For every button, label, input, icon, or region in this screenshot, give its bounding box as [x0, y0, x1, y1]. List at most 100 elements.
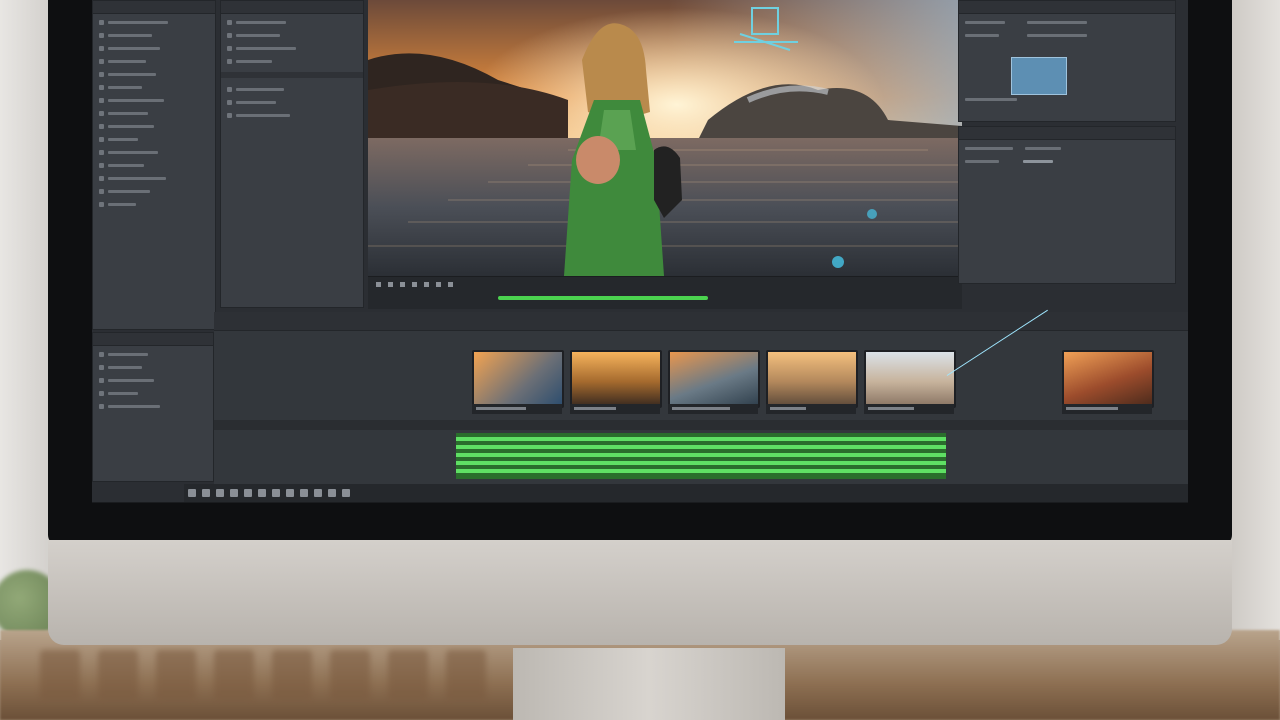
timeline-clip[interactable]	[570, 350, 662, 408]
tree-row[interactable]	[99, 56, 209, 66]
timeline-clip[interactable]	[864, 350, 956, 408]
film-icon	[99, 110, 104, 116]
mute-icon[interactable]	[99, 377, 104, 383]
tree-row[interactable]	[99, 82, 209, 92]
timeline-clip[interactable]	[668, 350, 760, 408]
panel-header	[93, 1, 215, 14]
tree-row[interactable]	[99, 173, 209, 183]
tool-icon[interactable]	[328, 489, 336, 497]
panel-header	[93, 333, 213, 346]
inspector-panel	[958, 0, 1176, 122]
effect-row[interactable]	[227, 56, 357, 66]
effect-icon	[227, 32, 232, 38]
color-swatch[interactable]	[1011, 57, 1067, 95]
tree-row[interactable]	[99, 121, 209, 131]
effect-row[interactable]	[227, 110, 357, 120]
monitor-stand	[513, 648, 785, 720]
loop-icon[interactable]	[412, 281, 417, 287]
scissors-icon[interactable]	[216, 489, 224, 497]
track-header[interactable]	[99, 349, 207, 359]
film-icon	[99, 71, 104, 77]
tool-icon[interactable]	[272, 489, 280, 497]
project-panel	[92, 0, 216, 330]
folder-icon	[99, 19, 104, 25]
effect-icon	[227, 86, 232, 92]
play-icon[interactable]	[188, 489, 196, 497]
viewer-scrubber[interactable]	[498, 296, 708, 300]
effects-panel	[220, 0, 364, 308]
tree-row[interactable]	[99, 17, 209, 27]
clip-label-strip	[766, 404, 856, 414]
timeline-clip[interactable]	[472, 350, 564, 408]
film-icon	[99, 84, 104, 90]
inspector-row[interactable]	[965, 17, 1169, 27]
tree-row[interactable]	[99, 108, 209, 118]
panel-header	[959, 1, 1175, 14]
timeline[interactable]	[214, 312, 1188, 484]
effect-icon	[227, 58, 232, 64]
timeline-clip[interactable]	[1062, 350, 1154, 408]
tree-row[interactable]	[99, 199, 209, 209]
rewind-icon[interactable]	[376, 281, 381, 287]
marker-icon[interactable]	[424, 281, 429, 287]
stop-icon[interactable]	[202, 489, 210, 497]
tree-row[interactable]	[99, 134, 209, 144]
tree-row[interactable]	[99, 160, 209, 170]
film-icon	[99, 32, 104, 38]
effect-row[interactable]	[227, 30, 357, 40]
track-header[interactable]	[99, 362, 207, 372]
clip-label-strip	[472, 404, 562, 414]
play-icon[interactable]	[388, 281, 393, 287]
tool-icon[interactable]	[286, 489, 294, 497]
effect-row[interactable]	[227, 97, 357, 107]
track-header[interactable]	[99, 401, 207, 411]
lock-icon[interactable]	[99, 403, 104, 409]
zoom-icon[interactable]	[244, 489, 252, 497]
clip-label-strip	[1062, 404, 1152, 414]
tree-row[interactable]	[99, 43, 209, 53]
tool-icon[interactable]	[342, 489, 350, 497]
bottom-toolbar	[184, 484, 1188, 502]
tracks-list	[92, 332, 214, 482]
audio-waveform-track[interactable]	[456, 433, 946, 479]
tree-row[interactable]	[99, 95, 209, 105]
magnet-icon[interactable]	[230, 489, 238, 497]
effect-row[interactable]	[227, 17, 357, 27]
inspector-row[interactable]	[965, 94, 1169, 104]
tree-row[interactable]	[99, 186, 209, 196]
effect-icon	[227, 45, 232, 51]
inspector-row[interactable]	[965, 30, 1169, 40]
timeline-clip[interactable]	[766, 350, 858, 408]
out-point-icon[interactable]	[448, 281, 453, 287]
film-icon	[99, 45, 104, 51]
timeline-header	[214, 312, 1188, 331]
tree-row[interactable]	[99, 147, 209, 157]
folder-icon	[99, 175, 104, 181]
forward-icon[interactable]	[400, 281, 405, 287]
panel-header	[221, 1, 363, 14]
property-row[interactable]	[965, 156, 1169, 166]
monitor-chin	[48, 540, 1232, 645]
eye-icon[interactable]	[99, 351, 104, 357]
track-header[interactable]	[99, 375, 207, 385]
timeline-ruler[interactable]	[214, 420, 1188, 430]
program-viewer[interactable]	[368, 0, 962, 276]
tree-row[interactable]	[99, 30, 209, 40]
tree-row[interactable]	[99, 69, 209, 79]
tool-icon[interactable]	[300, 489, 308, 497]
lock-icon[interactable]	[99, 364, 104, 370]
in-point-icon[interactable]	[436, 281, 441, 287]
clip-label-strip	[864, 404, 954, 414]
film-icon	[99, 188, 104, 194]
effect-icon	[227, 99, 232, 105]
track-header[interactable]	[99, 388, 207, 398]
effect-row[interactable]	[227, 84, 357, 94]
clip-label-strip	[668, 404, 758, 414]
property-row[interactable]	[965, 143, 1169, 153]
tool-icon[interactable]	[314, 489, 322, 497]
settings-icon[interactable]	[258, 489, 266, 497]
viewer-frame	[368, 0, 962, 276]
effect-row[interactable]	[227, 43, 357, 53]
eye-icon[interactable]	[99, 390, 104, 396]
panel-header	[959, 127, 1175, 140]
